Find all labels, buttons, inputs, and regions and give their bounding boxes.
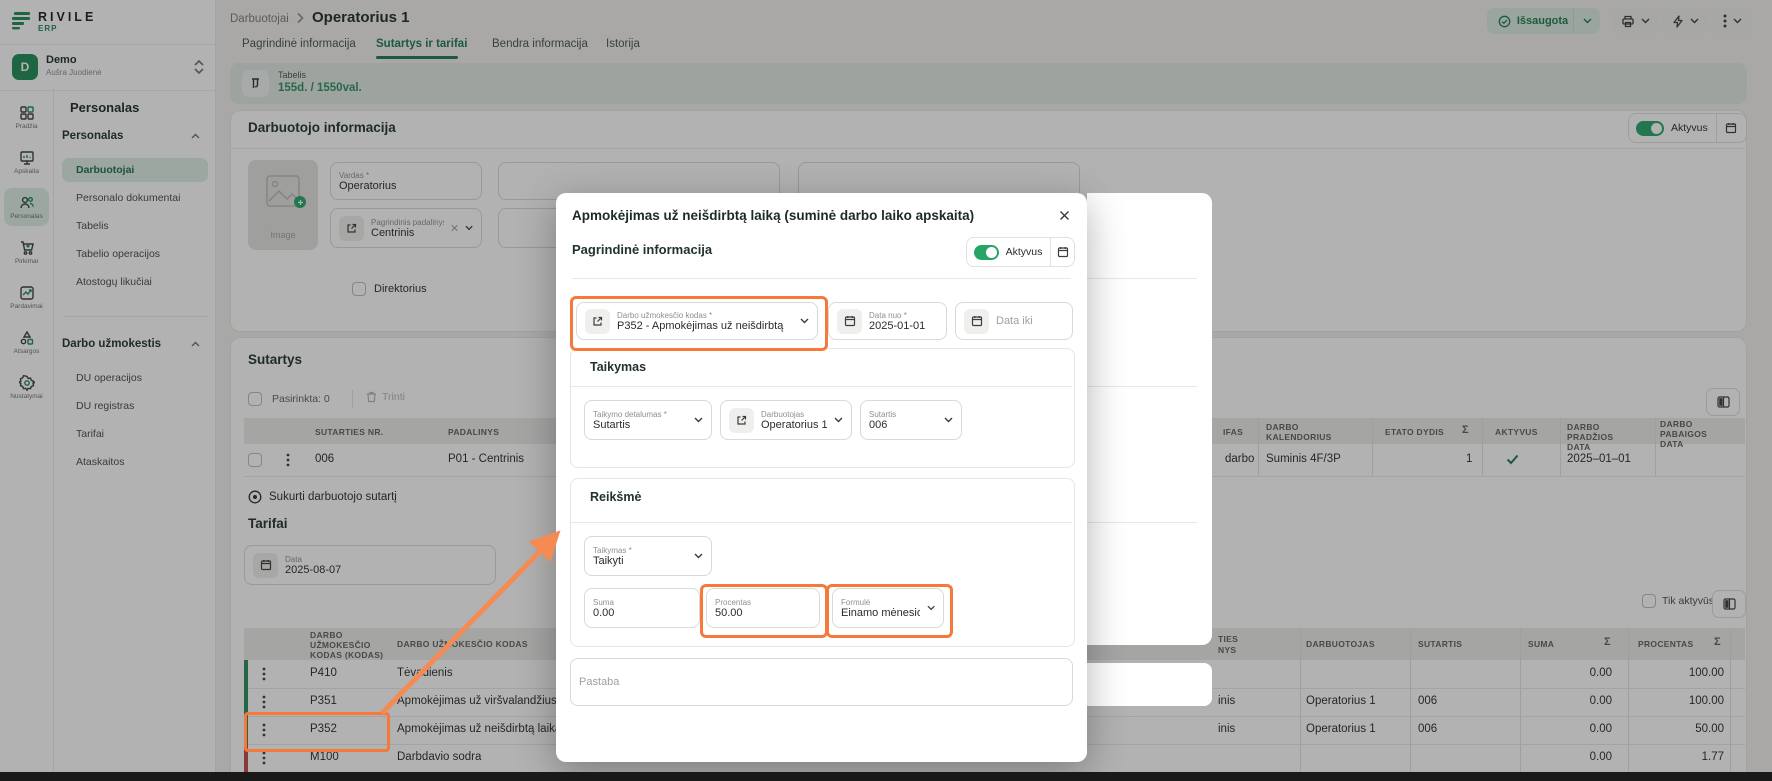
calendar-icon[interactable] — [1051, 246, 1074, 258]
modal-section-main: Pagrindinė informacija — [572, 242, 712, 257]
external-link-icon[interactable] — [585, 309, 610, 334]
taikymas-select[interactable]: Taikymas *Taikyti — [584, 536, 712, 576]
external-link-icon[interactable] — [729, 408, 754, 433]
chevron-down-icon[interactable] — [927, 605, 935, 611]
pastaba-input[interactable]: Pastaba — [570, 658, 1073, 706]
procentas-input[interactable]: Procentas50.00 — [706, 588, 820, 628]
back-panel — [1087, 193, 1212, 645]
app-window: RIVILE ERP D Demo Aušra Juodienė Pradžia… — [0, 0, 1772, 781]
taikymas-section-title: Taikymas — [590, 360, 646, 374]
calendar-icon[interactable] — [837, 309, 862, 334]
modal-active-toggle[interactable]: Aktyvus — [966, 237, 1075, 267]
darbuotojas-select[interactable]: DarbuotojasOperatorius 1 — [720, 400, 852, 440]
chevron-down-icon[interactable] — [834, 417, 843, 423]
chevron-down-icon[interactable] — [944, 417, 953, 423]
bottom-window-edge — [0, 772, 1772, 781]
calendar-icon[interactable] — [964, 309, 989, 334]
chevron-down-icon[interactable] — [694, 553, 703, 559]
close-icon[interactable] — [1054, 205, 1074, 225]
back-panel-lower — [1087, 663, 1212, 706]
data-nuo-field[interactable]: Data nuo *2025-01-01 — [828, 302, 947, 340]
chevron-down-icon[interactable] — [800, 318, 809, 324]
data-iki-field[interactable]: Data iki — [955, 302, 1073, 340]
chevron-down-icon[interactable] — [694, 417, 703, 423]
modal-title: Apmokėjimas už neišdirbtą laiką (suminė … — [572, 208, 1042, 223]
du-kodas-select[interactable]: Darbo užmokesčio kodas * P352 - Apmokėji… — [576, 302, 818, 340]
formule-select[interactable]: FormulėEinamo mėnesio vidur — [832, 588, 944, 628]
sutartis-select[interactable]: Sutartis006 — [860, 400, 962, 440]
suma-input[interactable]: Suma0.00 — [584, 588, 700, 628]
tarifo-modal: Apmokėjimas už neišdirbtą laiką (suminė … — [556, 193, 1087, 762]
taikymo-detalumas-select[interactable]: Taikymo detalumas *Sutartis — [584, 400, 712, 440]
toggle-switch[interactable] — [974, 245, 999, 260]
reiksme-section-title: Reikšmė — [590, 490, 641, 504]
